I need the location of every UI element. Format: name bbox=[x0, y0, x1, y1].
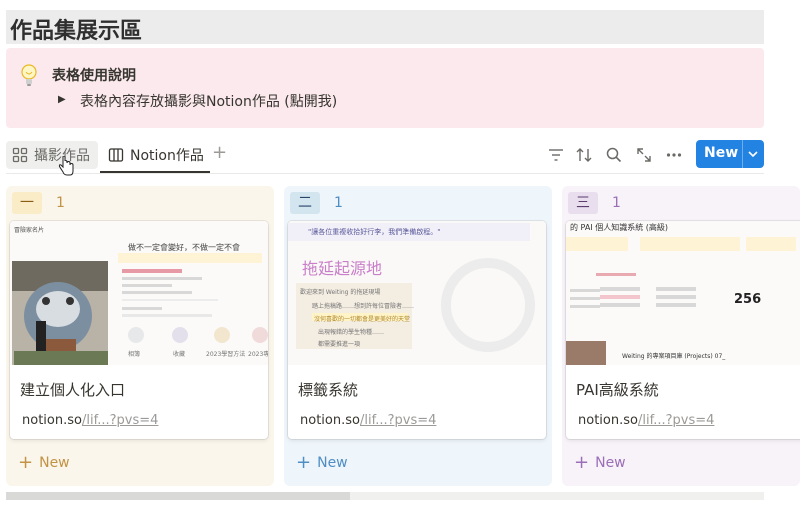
cover-line: 歡迎來到 Weiting 的拖延現場 bbox=[300, 289, 381, 296]
tab-notion-works[interactable]: Notion作品 bbox=[102, 141, 210, 169]
plus-icon: + bbox=[574, 452, 590, 473]
card-cover-image: 的 PAI 個人知識系統 (高級) 256 Weiting 的專案項目庫 (Pr… bbox=[566, 221, 800, 365]
view-bar: 攝影作品 Notion作品 + New bbox=[6, 138, 764, 176]
cover-number: 256 bbox=[734, 292, 762, 307]
gallery-grid-icon bbox=[12, 147, 28, 163]
tab-notion-label: Notion作品 bbox=[130, 148, 204, 164]
card-url-path: /lif...?pvs=4 bbox=[359, 413, 437, 428]
cover-illustration bbox=[566, 221, 800, 365]
column-count: 1 bbox=[334, 195, 343, 211]
board-card[interactable]: 的 PAI 個人知識系統 (高級) 256 Weiting 的專案項目庫 (Pr… bbox=[566, 221, 800, 439]
cover-label: 2023學習方法 bbox=[206, 351, 246, 358]
new-button-divider bbox=[742, 140, 743, 168]
cover-line: 踏上拖稿路……想到許每位冒險者…… bbox=[312, 303, 415, 310]
hand-cursor-icon bbox=[58, 156, 74, 176]
column-new-label: New bbox=[39, 454, 70, 471]
cover-label: 相簿 bbox=[128, 351, 141, 358]
cover-header-text: "讓各位重複收拾好行李，我們準備啟程。" bbox=[308, 228, 441, 236]
tab-photography[interactable]: 攝影作品 bbox=[6, 141, 98, 169]
search-icon[interactable] bbox=[604, 145, 624, 165]
card-url-path: /lif...?pvs=4 bbox=[81, 413, 159, 428]
new-button-label: New bbox=[704, 145, 739, 161]
add-view-button[interactable]: + bbox=[212, 142, 227, 163]
filter-icon[interactable] bbox=[546, 145, 566, 165]
more-icon[interactable] bbox=[664, 145, 684, 165]
column-new-button[interactable]: + New bbox=[296, 452, 348, 473]
horizontal-scrollbar[interactable] bbox=[6, 492, 764, 500]
column-header: 一 1 bbox=[12, 192, 65, 214]
column-count: 1 bbox=[612, 195, 621, 211]
card-url[interactable]: notion.so/lif...?pvs=4 bbox=[300, 413, 436, 428]
cover-label: 收藏 bbox=[173, 351, 186, 358]
column-tag[interactable]: 二 bbox=[290, 192, 320, 214]
cover-line: 沒何喜歡的一切都會是更美好的天堂 bbox=[314, 316, 411, 323]
toggle-arrow-icon[interactable]: ▶ bbox=[58, 94, 66, 105]
lightbulb-icon bbox=[21, 64, 37, 86]
page-title: 作品集展示區 bbox=[6, 10, 764, 44]
column-count: 1 bbox=[56, 195, 65, 211]
card-url-host: notion.so bbox=[300, 413, 360, 428]
expand-icon[interactable] bbox=[634, 145, 654, 165]
card-cover-image: "讓各位重複收拾好行李，我們準備啟程。" 拖延起源地 歡迎來到 Weiting … bbox=[288, 221, 546, 365]
cover-line: 出現報錯的學生物種…… bbox=[318, 329, 385, 336]
column-new-button[interactable]: + New bbox=[18, 452, 70, 473]
cover-label: 2023專案項目 bbox=[248, 351, 268, 358]
callout: 表格使用說明 ▶ 表格內容存放攝影與Notion作品 (點開我) bbox=[6, 48, 764, 128]
column-tag[interactable]: 三 bbox=[568, 192, 598, 214]
scrollbar-thumb[interactable] bbox=[6, 492, 350, 500]
callout-title: 表格使用說明 bbox=[52, 68, 136, 84]
card-url-host: notion.so bbox=[22, 413, 82, 428]
card-url-path: /lif...?pvs=4 bbox=[637, 413, 715, 428]
board-icon bbox=[108, 148, 124, 162]
callout-toggle-text[interactable]: 表格內容存放攝影與Notion作品 (點開我) bbox=[80, 91, 337, 111]
card-title: 標籤系統 bbox=[298, 381, 359, 399]
board-card[interactable]: "讓各位重複收拾好行李，我們準備啟程。" 拖延起源地 歡迎來到 Weiting … bbox=[288, 221, 546, 439]
column-new-button[interactable]: + New bbox=[574, 452, 626, 473]
board-card[interactable]: 冒險家名片 做不一定會變好，不做一定不會 相簿 收藏 2023學習方法 2023… bbox=[10, 221, 268, 439]
cover-headline-text: 拖延起源地 bbox=[302, 259, 383, 278]
card-title: 建立個人化入口 bbox=[20, 381, 126, 399]
board-column-1: 一 1 冒險家名片 做不一定會變好，不做一定不會 相簿 收藏 2023學習方法 … bbox=[6, 186, 274, 486]
plus-icon: + bbox=[296, 452, 312, 473]
cover-headline-text: 做不一定會變好，不做一定不會 bbox=[128, 243, 240, 252]
cover-header-text: 的 PAI 個人知識系統 (高級) bbox=[570, 223, 669, 232]
sort-icon[interactable] bbox=[574, 145, 594, 165]
column-header: 三 1 bbox=[568, 192, 621, 214]
card-cover-image: 冒險家名片 做不一定會變好，不做一定不會 相簿 收藏 2023學習方法 2023… bbox=[10, 221, 268, 365]
column-header: 二 1 bbox=[290, 192, 343, 214]
cover-line: 都需要推進一項 bbox=[318, 341, 361, 348]
card-url[interactable]: notion.so/lif...?pvs=4 bbox=[578, 413, 714, 428]
column-new-label: New bbox=[317, 454, 348, 471]
column-new-label: New bbox=[595, 454, 626, 471]
cover-header-text: 冒險家名片 bbox=[14, 227, 45, 234]
cover-footer-text: Weiting 的專案項目庫 (Projects) 07_ bbox=[622, 353, 726, 360]
new-button[interactable]: New bbox=[696, 140, 764, 168]
chevron-down-icon[interactable] bbox=[747, 149, 759, 159]
card-url[interactable]: notion.so/lif...?pvs=4 bbox=[22, 413, 158, 428]
active-tab-underline bbox=[100, 171, 210, 173]
card-title: PAI高級系統 bbox=[576, 381, 659, 399]
column-tag[interactable]: 一 bbox=[12, 192, 42, 214]
card-url-host: notion.so bbox=[578, 413, 638, 428]
board-column-2: 二 1 "讓各位重複收拾好行李，我們準備啟程。" 拖延起源地 歡迎來到 Weit… bbox=[284, 186, 552, 486]
plus-icon: + bbox=[18, 452, 34, 473]
board-column-3: 三 1 的 PAI 個人知識系統 (高級) 256 Weiting 的專案項目庫… bbox=[562, 186, 800, 486]
